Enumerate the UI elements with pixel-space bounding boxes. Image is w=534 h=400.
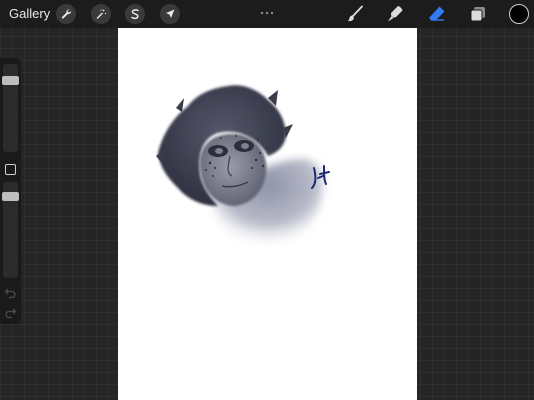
- more-dots-icon: [260, 11, 274, 15]
- sidebar: [0, 58, 21, 324]
- portrait-sketch: [156, 85, 330, 250]
- wrench-icon: [61, 9, 71, 19]
- opacity-thumb[interactable]: [2, 192, 19, 201]
- color-picker-button[interactable]: [509, 4, 529, 24]
- undo-button[interactable]: [4, 286, 17, 299]
- brush-size-slider[interactable]: [2, 64, 19, 152]
- selection-s-icon: [131, 9, 139, 20]
- redo-button[interactable]: [4, 306, 17, 319]
- eraser-tool-button[interactable]: [427, 4, 447, 24]
- brush-icon: [347, 5, 363, 22]
- redo-arrow-icon: [5, 308, 17, 319]
- top-toolbar: Gallery: [0, 0, 534, 28]
- smudge-tool-button[interactable]: [385, 4, 405, 24]
- magic-wand-icon: [96, 9, 107, 19]
- gallery-button[interactable]: Gallery: [9, 6, 50, 21]
- drawing-canvas[interactable]: [118, 28, 417, 400]
- undo-arrow-icon: [4, 288, 16, 299]
- modify-button[interactable]: [5, 164, 16, 175]
- actions-button[interactable]: [56, 4, 76, 24]
- layers-button[interactable]: [468, 4, 488, 24]
- transform-button[interactable]: [160, 4, 180, 24]
- layers-icon: [470, 7, 485, 22]
- smudge-icon: [388, 6, 403, 22]
- selection-button[interactable]: [125, 4, 145, 24]
- arrow-cursor-icon: [166, 9, 175, 18]
- brush-size-thumb[interactable]: [2, 76, 19, 85]
- opacity-slider[interactable]: [2, 182, 19, 278]
- brush-tool-button[interactable]: [345, 4, 365, 24]
- more-menu-button[interactable]: [260, 3, 274, 21]
- eraser-icon: [429, 6, 445, 21]
- adjustments-button[interactable]: [91, 4, 111, 24]
